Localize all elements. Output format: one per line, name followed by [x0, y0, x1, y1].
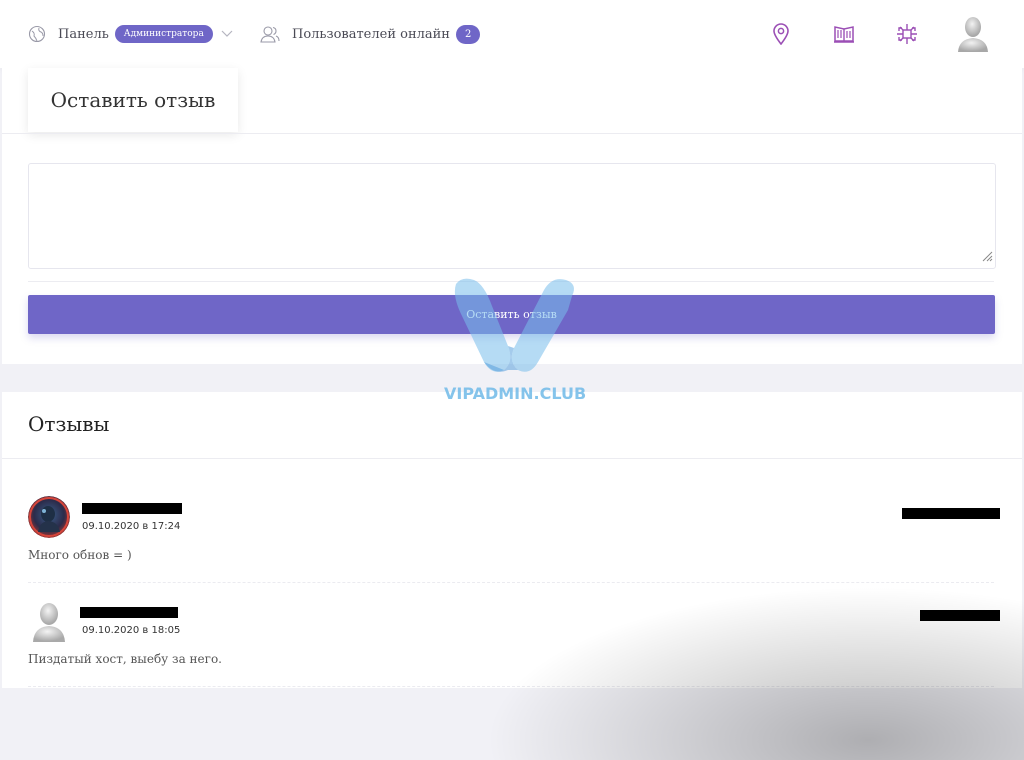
reviewer-name-redacted	[82, 503, 182, 514]
globe-icon	[28, 25, 46, 43]
divider	[2, 458, 1022, 459]
online-count-badge: 2	[455, 24, 481, 44]
reviewer-name-redacted	[80, 607, 178, 618]
online-users: Пользователей онлайн 2	[260, 0, 481, 68]
admin-badge: Администратора	[114, 25, 213, 43]
redacted-block	[902, 508, 1000, 519]
review-item: 09.10.2020 в 17:24 Много обнов = )	[28, 496, 1000, 583]
admin-panel-menu[interactable]: Панель Администратора	[28, 0, 233, 68]
chevron-down-icon[interactable]	[221, 30, 233, 38]
review-date: 09.10.2020 в 18:05	[82, 625, 181, 636]
redacted-block	[920, 610, 1000, 621]
review-date: 09.10.2020 в 17:24	[82, 521, 181, 532]
divider	[2, 133, 1022, 134]
review-textarea[interactable]	[28, 163, 996, 269]
leave-review-tab[interactable]: Оставить отзыв	[28, 68, 238, 132]
divider	[28, 281, 994, 282]
reviews-section: Отзывы 09.10.2020 в 17:24 Много обнов = …	[2, 392, 1022, 688]
review-text: Много обнов = )	[28, 548, 132, 562]
reviewer-avatar[interactable]	[28, 496, 70, 538]
ornament-icon[interactable]	[893, 20, 921, 48]
book-icon[interactable]	[830, 20, 858, 48]
location-pin-icon[interactable]	[767, 20, 795, 48]
review-form-section: Оставить отзыв Оставить отзыв	[2, 68, 1022, 364]
resize-handle-icon[interactable]	[981, 247, 993, 266]
reviewer-avatar[interactable]	[28, 600, 70, 642]
submit-review-button[interactable]: Оставить отзыв	[28, 295, 995, 334]
review-text: Пиздатый хост, выебу за него.	[28, 652, 222, 666]
users-icon	[260, 25, 280, 43]
top-navbar: Панель Администратора Пользователей онла…	[0, 0, 1024, 68]
online-label: Пользователей онлайн	[292, 26, 450, 42]
review-item: 09.10.2020 в 18:05 Пиздатый хост, выебу …	[28, 600, 1000, 687]
panel-label: Панель	[58, 26, 109, 42]
reviews-title: Отзывы	[28, 412, 110, 436]
user-avatar[interactable]	[955, 14, 991, 52]
